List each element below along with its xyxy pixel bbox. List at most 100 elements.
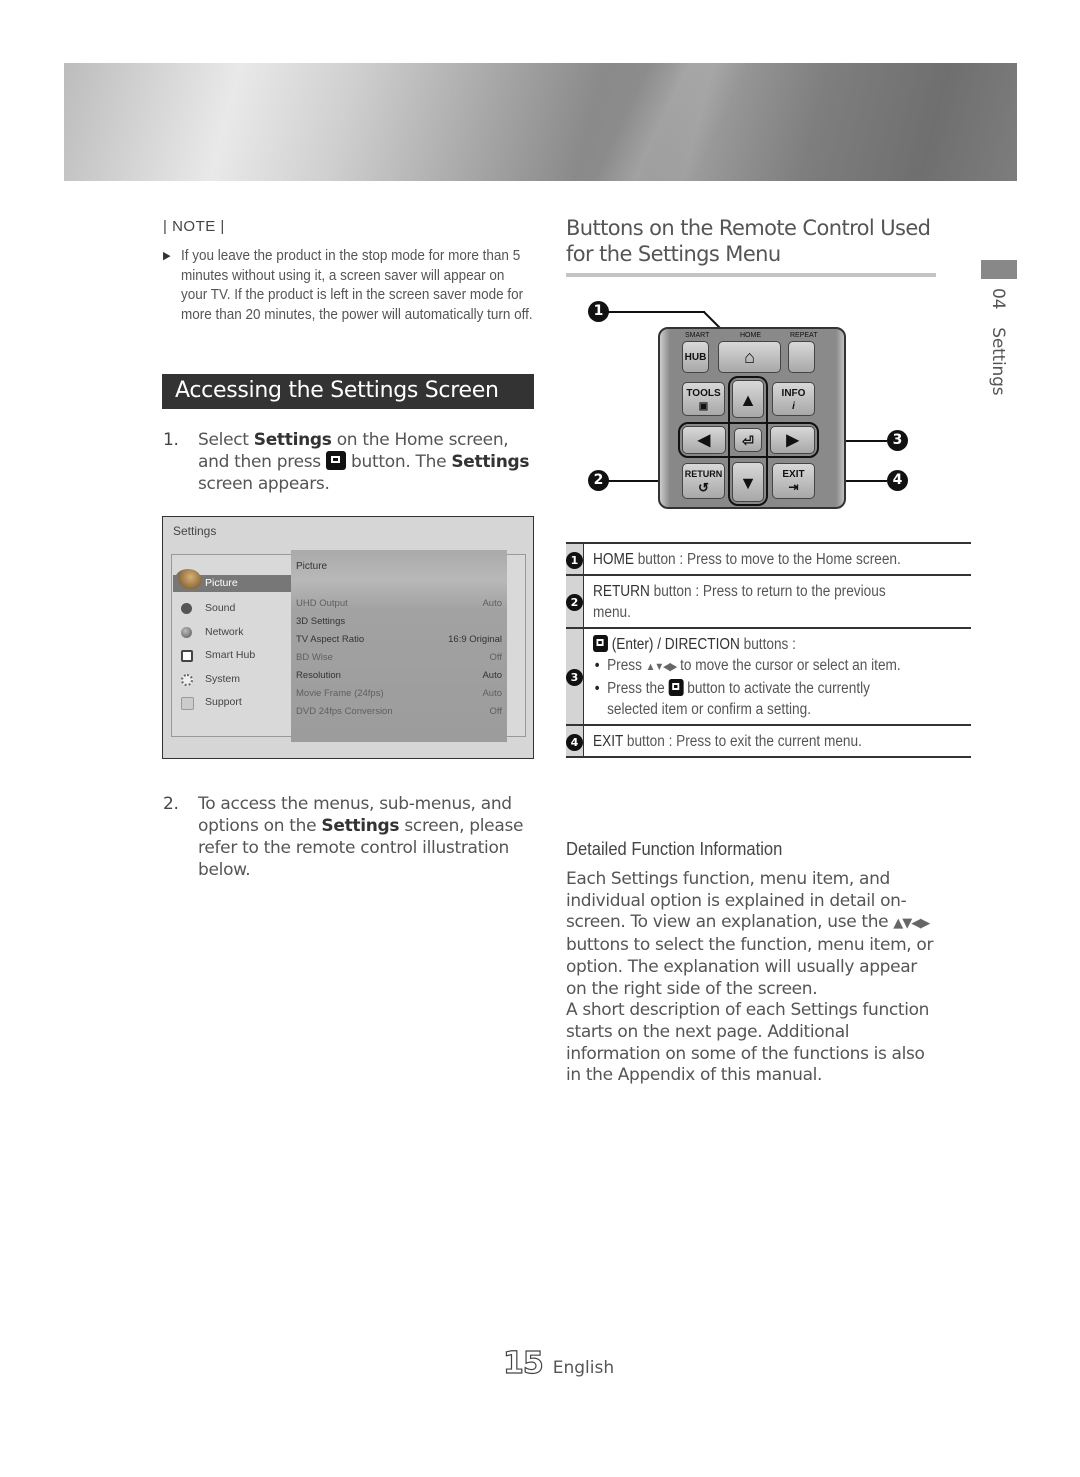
tools-button[interactable]: TOOLS ▣ — [682, 382, 725, 416]
menu-item-system[interactable]: System — [173, 668, 291, 692]
step-2: 2. To access the menus, sub-menus, and o… — [163, 793, 538, 881]
setting-label: UHD Output — [296, 598, 348, 609]
menu-label: Picture — [205, 577, 238, 589]
row-number: 4 — [566, 724, 584, 758]
bold-term: Settings — [451, 452, 530, 472]
callout-2: 2 — [588, 470, 609, 491]
tools-icon: ▣ — [698, 401, 709, 412]
setting-row[interactable]: TV Aspect Ratio 16:9 Original — [296, 631, 502, 649]
step-1: 1. Select Settings on the Home screen, a… — [163, 429, 538, 495]
bold-term: Settings — [321, 816, 400, 836]
support-icon — [181, 697, 194, 710]
setting-label: Movie Frame (24fps) — [296, 688, 384, 699]
section-title: Accessing the Settings Screen — [162, 374, 534, 409]
setting-row[interactable]: 3D Settings — [296, 613, 502, 631]
row-description: RETURN button : Press to return to the p… — [583, 574, 971, 628]
menu-item-picture[interactable]: Picture — [173, 569, 291, 592]
settings-menu: Picture Sound Network Smart Hub System S… — [173, 569, 291, 715]
tools-label: TOOLS — [686, 388, 721, 399]
menu-item-smart-hub[interactable]: Smart Hub — [173, 644, 291, 668]
up-button[interactable]: ▲ — [732, 380, 764, 418]
enter-button[interactable]: ⏎ — [734, 428, 762, 452]
setting-label: Resolution — [296, 670, 341, 681]
remote-illustration: SMART HOME REPEAT HUB ⌂ TOOLS ▣ INFO i ▲ ◀… — [580, 295, 920, 515]
home-label: HOME — [740, 332, 761, 339]
leader-line — [600, 311, 705, 313]
enter-icon — [325, 451, 346, 470]
setting-row[interactable]: DVD 24fps Conversion Off — [296, 703, 502, 721]
note-title: | NOTE | — [163, 218, 225, 235]
home-button[interactable]: ⌂ — [718, 341, 781, 373]
settings-screen-title: Settings — [173, 524, 217, 538]
text: screen appears. — [198, 474, 330, 494]
hub-button[interactable]: HUB — [682, 341, 709, 373]
step-text: To access the menus, sub-menus, and opti… — [198, 793, 538, 881]
return-label: RETURN — [684, 469, 723, 479]
row-description: (Enter) / DIRECTION buttons : Press ▲▼◀▶… — [583, 627, 971, 725]
settings-screenshot: Settings Picture Sound Network Smart Hub… — [162, 516, 534, 759]
setting-row[interactable]: Resolution Auto — [296, 667, 502, 685]
detail-title: Detailed Function Information — [566, 839, 783, 859]
setting-label: 3D Settings — [296, 616, 346, 627]
detail-paragraph-2: A short description of each Settings fun… — [566, 1000, 930, 1086]
smart-label: SMART — [685, 332, 710, 339]
panel-title: Picture — [296, 561, 328, 572]
detail-body: Each Settings function, menu item, and i… — [566, 869, 938, 1087]
header-banner — [64, 63, 1017, 181]
row-description: HOME button : Press to move to the Home … — [583, 542, 971, 575]
bullet-item: Press the button to activate the current… — [595, 678, 919, 720]
menu-item-sound[interactable]: Sound — [173, 597, 291, 621]
triangle-right-icon: ▶ — [163, 250, 171, 262]
page-footer: 15 English — [502, 1345, 615, 1381]
description-text: buttons : — [739, 636, 796, 653]
repeat-button[interactable] — [788, 341, 815, 373]
text: Select — [198, 430, 254, 450]
setting-row[interactable]: UHD Output Auto — [296, 595, 502, 613]
sound-icon — [181, 603, 192, 614]
info-button[interactable]: INFO i — [772, 382, 815, 416]
exit-label: EXIT — [782, 469, 805, 480]
setting-value: Off — [489, 652, 503, 663]
callout-3: 3 — [887, 430, 908, 451]
exit-button[interactable]: EXIT ⇥ — [772, 463, 815, 499]
table-row: 2 RETURN button : Press to return to the… — [566, 574, 971, 628]
button-description-table: 1 HOME button : Press to move to the Hom… — [566, 542, 971, 758]
menu-label: Sound — [205, 602, 236, 614]
picture-panel: Picture UHD Output Auto 3D Settings TV As… — [291, 550, 507, 742]
direction-arrows-icon: ▲▼◀▶ — [893, 916, 930, 932]
text: button. The — [345, 452, 452, 472]
menu-label: Smart Hub — [205, 649, 256, 661]
menu-label: Support — [205, 696, 242, 708]
down-button[interactable]: ▼ — [732, 462, 764, 502]
left-button[interactable]: ◀ — [682, 426, 726, 454]
table-row: 3 (Enter) / DIRECTION buttons : Press ▲▼… — [566, 627, 971, 725]
page-language: English — [552, 1358, 615, 1378]
setting-value: Auto — [482, 598, 502, 609]
exit-icon: ⇥ — [788, 480, 799, 494]
note-text: If you leave the product in the stop mod… — [181, 247, 533, 323]
button-name: HOME — [593, 551, 634, 568]
setting-value: Auto — [482, 688, 502, 699]
bold-term: Settings — [253, 430, 332, 450]
enter-icon — [593, 635, 608, 652]
description-text: button : Press to exit the current menu. — [623, 733, 862, 750]
step-number: 1. — [163, 430, 179, 450]
chapter-label: 04 Settings — [988, 288, 1008, 395]
return-button[interactable]: RETURN ↺ — [682, 463, 725, 499]
setting-row[interactable]: BD Wise Off — [296, 649, 502, 667]
menu-item-support[interactable]: Support — [173, 691, 291, 715]
panel-rows: UHD Output Auto 3D Settings TV Aspect Rat… — [296, 595, 502, 721]
menu-item-network[interactable]: Network — [173, 621, 291, 645]
text: Press — [607, 657, 646, 674]
bullet-list: Press ▲▼◀▶ to move the cursor or select … — [593, 655, 919, 720]
setting-value: Auto — [482, 670, 502, 681]
chapter-name: Settings — [988, 327, 1008, 396]
text: buttons to select the function, menu ite… — [566, 935, 934, 999]
row-number: 2 — [566, 574, 584, 628]
menu-label: Network — [205, 625, 244, 638]
setting-row[interactable]: Movie Frame (24fps) Auto — [296, 685, 502, 703]
right-button[interactable]: ▶ — [770, 426, 815, 454]
text: Each Settings function, menu item, and i… — [566, 869, 907, 933]
enter-icon: ⏎ — [742, 433, 754, 449]
row-number: 1 — [566, 542, 584, 575]
